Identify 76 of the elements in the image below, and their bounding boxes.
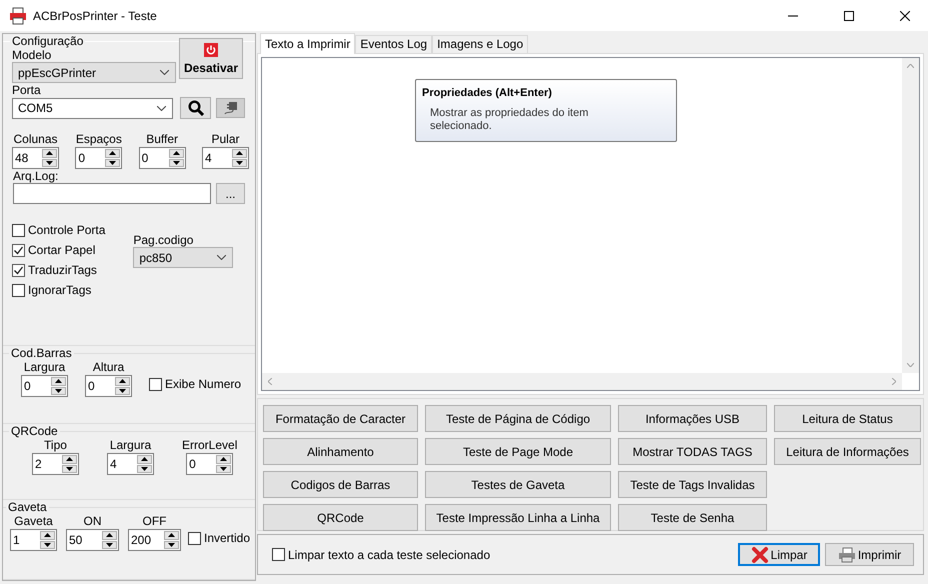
- search-icon: [188, 100, 204, 116]
- tooltip-title: Propriedades (Alt+Enter): [422, 87, 553, 99]
- group-title: Configuração: [11, 34, 84, 48]
- test-button[interactable]: Teste de Tags Invalidas: [618, 471, 767, 498]
- field-label: Arq.Log:: [13, 169, 58, 183]
- tab[interactable]: Imagens e Logo: [432, 35, 528, 53]
- spin-label: Colunas: [13, 132, 58, 146]
- test-button[interactable]: Mostrar TODAS TAGS: [618, 438, 767, 465]
- chevron-down-icon: [160, 70, 169, 75]
- test-button[interactable]: Teste de Senha: [618, 504, 767, 531]
- checkbox-label: Controle Porta: [28, 223, 106, 237]
- print-button[interactable]: Imprimir: [825, 543, 914, 566]
- tooltip-text: Mostrar as propriedades do item selecionado.: [430, 107, 590, 133]
- spin-label: Tipo: [44, 438, 67, 452]
- test-button[interactable]: Leitura de Status: [774, 405, 921, 432]
- test-button[interactable]: Testes de Gaveta: [425, 471, 611, 498]
- checkbox-label: IgnorarTags: [28, 283, 92, 297]
- model-dropdown[interactable]: ppEscGPrinter: [12, 62, 176, 83]
- close-icon[interactable]: [900, 10, 910, 20]
- spin-label: Espaços: [76, 132, 122, 146]
- cross-icon: [750, 546, 769, 564]
- deactivate-button[interactable]: Desativar: [179, 38, 243, 79]
- window-title: ACBrPosPrinter - Teste: [33, 8, 157, 22]
- checkbox-label: Exibe Numero: [165, 377, 242, 391]
- checkbox-label: Invertido: [204, 531, 250, 545]
- spin-label: Buffer: [146, 132, 178, 146]
- field-label: Modelo: [12, 48, 52, 62]
- test-button[interactable]: QRCode: [263, 504, 418, 531]
- checkbox-label: Limpar texto a cada teste selecionado: [288, 548, 490, 562]
- test-button[interactable]: Formatação de Caracter: [263, 405, 418, 432]
- test-button[interactable]: Teste de Page Mode: [425, 438, 611, 465]
- spin-label: Largura: [110, 438, 152, 452]
- test-button[interactable]: Alinhamento: [263, 438, 418, 465]
- checkbox[interactable]: [12, 244, 25, 256]
- test-button[interactable]: Teste de Página de Código: [425, 405, 611, 432]
- spin-label: ErrorLevel: [182, 438, 238, 452]
- printer-icon: [9, 6, 27, 24]
- maximize-icon[interactable]: [844, 10, 854, 20]
- field-label: Porta: [12, 83, 41, 97]
- spin-label: Pular: [211, 132, 240, 146]
- chevron-down-icon: [217, 255, 226, 260]
- checkbox[interactable]: [188, 532, 201, 544]
- spin-label: Altura: [92, 360, 124, 374]
- spin-label: Largura: [24, 360, 66, 374]
- spin-label: Gaveta: [14, 514, 53, 528]
- checkbox[interactable]: [12, 264, 25, 276]
- group-title: Gaveta: [7, 500, 48, 514]
- test-button[interactable]: Codigos de Barras: [263, 471, 418, 498]
- device-button[interactable]: [216, 98, 245, 118]
- group-title: QRCode: [10, 424, 59, 438]
- test-button[interactable]: Informações USB: [618, 405, 767, 432]
- checkbox[interactable]: [149, 378, 162, 390]
- tab[interactable]: Texto a Imprimir: [260, 33, 356, 54]
- chevron-down-icon: [157, 106, 166, 110]
- code-page-dropdown[interactable]: pc850: [133, 247, 234, 268]
- checkbox[interactable]: [12, 284, 25, 296]
- text-area[interactable]: Propriedades (Alt+Enter) Mostrar as propriedades do item selecionado.: [261, 57, 920, 391]
- checkbox[interactable]: [272, 548, 285, 561]
- checkbox-label: Cortar Papel: [28, 243, 96, 257]
- checkbox-label: TraduzirTags: [28, 263, 97, 277]
- tab[interactable]: Eventos Log: [355, 35, 432, 53]
- log-file-field[interactable]: [13, 183, 211, 204]
- port-dropdown[interactable]: COM5: [12, 98, 173, 118]
- spin-label: OFF: [142, 514, 166, 528]
- test-button[interactable]: Teste Impressão Linha a Linha: [425, 504, 611, 531]
- clear-button[interactable]: Limpar: [738, 543, 820, 566]
- spin-label: ON: [84, 514, 102, 528]
- power-icon: [204, 42, 218, 56]
- browse-button[interactable]: ...: [216, 183, 245, 204]
- search-button[interactable]: [180, 97, 211, 119]
- test-button[interactable]: Leitura de Informações: [774, 438, 921, 465]
- group-title: Cod.Barras: [10, 346, 73, 360]
- printer-icon: [838, 546, 856, 562]
- field-label: Pag.codigo: [133, 233, 194, 247]
- checkbox[interactable]: [12, 224, 25, 236]
- plug-icon: [222, 101, 238, 115]
